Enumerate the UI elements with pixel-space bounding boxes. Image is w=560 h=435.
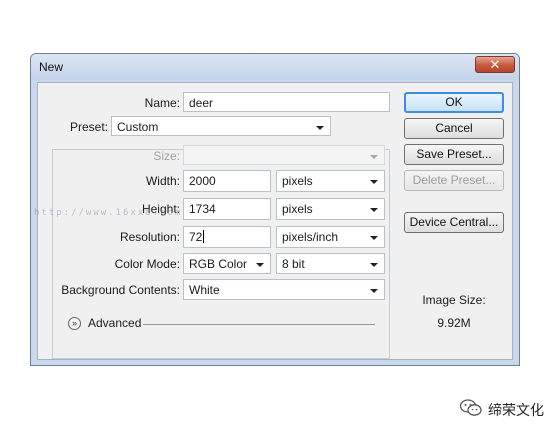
- chevron-down-icon: [256, 263, 264, 267]
- brand-text: 缔荣文化: [488, 402, 544, 418]
- preset-value: Custom: [117, 120, 159, 134]
- bit-depth-select[interactable]: 8 bit: [276, 253, 385, 274]
- background-contents-select[interactable]: White: [183, 279, 385, 300]
- advanced-toggle-icon[interactable]: »: [68, 317, 81, 330]
- width-value: 2000: [189, 174, 216, 188]
- bit-depth-value: 8 bit: [282, 257, 305, 271]
- width-label: Width:: [145, 174, 180, 188]
- height-unit-value: pixels: [282, 202, 313, 216]
- resolution-unit-select[interactable]: pixels/inch: [276, 226, 385, 248]
- text-cursor: [203, 230, 205, 243]
- advanced-label[interactable]: Advanced: [88, 316, 141, 330]
- width-input[interactable]: 2000: [183, 170, 271, 192]
- watermark: http://www.16xx8.com: [34, 208, 183, 217]
- name-input[interactable]: deer: [183, 92, 390, 112]
- save-preset-button[interactable]: Save Preset...: [404, 144, 504, 165]
- cancel-button[interactable]: Cancel: [404, 118, 504, 139]
- ok-button[interactable]: OK: [404, 92, 504, 113]
- resolution-value: 72: [189, 230, 203, 244]
- image-size-label: Image Size:: [422, 293, 486, 307]
- chevron-down-icon: [370, 263, 378, 267]
- resolution-input[interactable]: 72: [183, 226, 271, 248]
- chevron-down-icon: [370, 180, 378, 184]
- name-label: Name:: [144, 96, 180, 110]
- chevron-down-icon: [370, 236, 378, 240]
- width-unit-value: pixels: [282, 174, 313, 188]
- close-button[interactable]: ✕: [475, 56, 515, 73]
- image-size-value: 9.92M: [437, 316, 471, 330]
- color-mode-label: Color Mode:: [114, 257, 180, 271]
- resolution-unit-value: pixels/inch: [282, 230, 339, 244]
- background-contents-label: Background Contents:: [61, 283, 180, 297]
- delete-preset-button[interactable]: Delete Preset...: [404, 170, 504, 191]
- preset-select[interactable]: Custom: [111, 116, 331, 136]
- wechat-icon: [460, 399, 482, 416]
- preset-label: Preset:: [69, 120, 108, 134]
- dialog-title: New: [39, 60, 64, 74]
- dialog-body: Name: deer Preset: Custom Size: Width: 2…: [37, 82, 513, 360]
- advanced-divider: [143, 324, 375, 325]
- chevron-down-icon: [370, 208, 378, 212]
- height-unit-select[interactable]: pixels: [276, 198, 385, 220]
- color-mode-select[interactable]: RGB Color: [183, 253, 271, 274]
- width-unit-select[interactable]: pixels: [276, 170, 385, 192]
- title-bar[interactable]: New ✕: [31, 54, 519, 80]
- color-mode-value: RGB Color: [189, 257, 248, 271]
- device-central-button[interactable]: Device Central...: [404, 212, 504, 233]
- chevron-down-icon: [370, 155, 378, 159]
- name-value: deer: [189, 96, 214, 110]
- size-select[interactable]: [183, 145, 385, 165]
- close-icon: ✕: [489, 57, 501, 72]
- chevron-down-icon: [370, 289, 378, 293]
- background-contents-value: White: [189, 283, 220, 297]
- chevron-down-icon: [316, 126, 324, 130]
- resolution-label: Resolution:: [119, 230, 180, 244]
- size-label: Size:: [153, 149, 180, 163]
